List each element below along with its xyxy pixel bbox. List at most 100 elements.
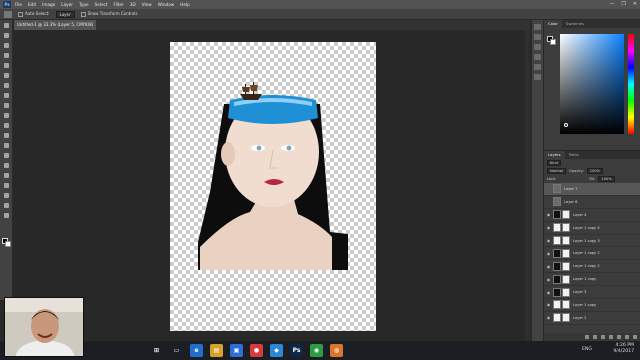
history-panel-icon[interactable] <box>534 24 541 30</box>
healing-brush-tool-icon[interactable] <box>2 81 11 90</box>
paragraph-panel-icon[interactable] <box>534 64 541 70</box>
crop-tool-icon[interactable] <box>2 61 11 70</box>
brush-tool-icon[interactable] <box>2 91 11 100</box>
blur-tool-icon[interactable] <box>2 141 11 150</box>
app-red-icon[interactable]: ● <box>250 344 263 357</box>
pen-tool-icon[interactable] <box>2 161 11 170</box>
auto-select-checkbox[interactable]: Auto-Select: <box>18 11 50 17</box>
menu-type[interactable]: Type <box>79 2 89 7</box>
hand-tool-icon[interactable] <box>2 201 11 210</box>
document-tab[interactable]: Untitled-1 @ 33.3% (Layer 5, CMYK/8) <box>14 20 96 30</box>
app-orange-icon[interactable]: ◍ <box>330 344 343 357</box>
link-layers-icon[interactable] <box>585 335 589 339</box>
photoshop-icon[interactable]: Ps <box>290 344 303 357</box>
history-brush-tool-icon[interactable] <box>2 111 11 120</box>
layer-row[interactable]: ◉ Layer 1 copy 4 <box>544 222 640 235</box>
menu-edit[interactable]: Edit <box>28 2 36 7</box>
clone-stamp-tool-icon[interactable] <box>2 101 11 110</box>
layer-row[interactable]: ◉ Layer 1 copy 3 <box>544 235 640 248</box>
gradient-tool-icon[interactable] <box>2 131 11 140</box>
dodge-tool-icon[interactable] <box>2 151 11 160</box>
layer-row[interactable]: ◉ Layer 1 copy <box>544 299 640 312</box>
saturation-field[interactable] <box>560 34 624 134</box>
brush-panel-icon[interactable] <box>534 74 541 80</box>
shape-tool-icon[interactable] <box>2 191 11 200</box>
transform-controls-checkbox[interactable]: Show Transform Controls <box>80 11 137 17</box>
menu-help[interactable]: Help <box>180 2 190 7</box>
layer-row[interactable]: Layer 6 <box>544 196 640 209</box>
language-indicator[interactable]: ENG <box>582 347 592 352</box>
fill-field[interactable]: 100% <box>598 176 615 182</box>
menu-filter[interactable]: Filter <box>113 2 123 7</box>
properties-panel-icon[interactable] <box>534 34 541 40</box>
move-tool-icon[interactable] <box>2 21 11 30</box>
menu-window[interactable]: Window <box>158 2 175 7</box>
windows-icon[interactable]: ⊞ <box>150 344 163 357</box>
visibility-eye-icon[interactable]: ◉ <box>544 225 553 230</box>
fx-icon[interactable] <box>593 335 597 339</box>
explorer-icon[interactable]: ▤ <box>210 344 223 357</box>
marquee-tool-icon[interactable] <box>2 31 11 40</box>
character-panel-icon[interactable] <box>534 54 541 60</box>
kind-filter-dropdown[interactable]: Kind <box>547 160 561 166</box>
move-tool-icon[interactable] <box>4 10 12 18</box>
new-group-icon[interactable] <box>617 335 621 339</box>
hue-slider[interactable] <box>628 34 634 134</box>
menu-3d[interactable]: 3D <box>130 2 136 7</box>
restore-icon[interactable]: ❐ <box>621 1 625 7</box>
layer-row[interactable]: ◉ Layer 1 copy <box>544 273 640 287</box>
close-icon[interactable]: ✕ <box>633 1 637 7</box>
layer-row[interactable]: ◉ Layer 1 copy 2 <box>544 247 640 261</box>
layer-row[interactable]: ◉ Layer 2 <box>544 312 640 325</box>
system-clock[interactable]: 4:26 PM 9/4/2017 <box>613 343 634 355</box>
eyedropper-tool-icon[interactable] <box>2 71 11 80</box>
adjustments-panel-icon[interactable] <box>534 44 541 50</box>
type-tool-icon[interactable] <box>2 171 11 180</box>
layer-row[interactable]: ◉ Layer 1 copy 2 <box>544 260 640 274</box>
quick-select-tool-icon[interactable] <box>2 51 11 60</box>
eraser-tool-icon[interactable] <box>2 121 11 130</box>
minimize-icon[interactable]: — <box>609 1 614 7</box>
visibility-eye-icon[interactable]: ◉ <box>544 290 553 295</box>
blend-mode-dropdown[interactable]: Normal <box>547 168 567 174</box>
vertical-scrollbar[interactable] <box>525 30 530 341</box>
taskview-icon[interactable]: ▭ <box>170 344 183 357</box>
visibility-eye-icon[interactable]: ◉ <box>544 315 553 320</box>
tab-paths[interactable]: Paths <box>565 151 583 159</box>
menu-view[interactable]: View <box>142 2 152 7</box>
visibility-eye-icon[interactable]: ◉ <box>544 238 553 243</box>
layer-row[interactable]: Layer 7 <box>544 183 640 196</box>
tab-layers[interactable]: Layers <box>544 151 565 159</box>
color-pick-ring[interactable] <box>564 123 568 127</box>
new-layer-icon[interactable] <box>625 335 629 339</box>
store-icon[interactable]: ▣ <box>230 344 243 357</box>
layer-row[interactable]: ◉ Layer 3 <box>544 286 640 300</box>
visibility-eye-icon[interactable]: ◉ <box>544 251 553 256</box>
trash-icon[interactable] <box>633 335 637 339</box>
add-mask-icon[interactable] <box>601 335 605 339</box>
canvas-area[interactable] <box>14 30 530 341</box>
adjustment-layer-icon[interactable] <box>609 335 613 339</box>
visibility-eye-icon[interactable]: ◉ <box>544 264 553 269</box>
document-canvas[interactable] <box>170 42 376 331</box>
lasso-tool-icon[interactable] <box>2 41 11 50</box>
menu-select[interactable]: Select <box>95 2 108 7</box>
tab-color[interactable]: Color <box>544 20 562 28</box>
chrome-icon[interactable]: ◉ <box>310 344 323 357</box>
path-select-tool-icon[interactable] <box>2 181 11 190</box>
panel-background-swatch[interactable] <box>550 39 556 45</box>
auto-select-dropdown[interactable]: Layer <box>55 10 75 18</box>
menu-layer[interactable]: Layer <box>61 2 73 7</box>
app-blue-icon[interactable]: ◆ <box>270 344 283 357</box>
opacity-field[interactable]: 100% <box>586 168 604 174</box>
layer-row[interactable]: ◉ Layer 4 <box>544 209 640 222</box>
menu-file[interactable]: File <box>15 2 22 7</box>
visibility-eye-icon[interactable]: ◉ <box>544 212 553 217</box>
edge-icon[interactable]: e <box>190 344 203 357</box>
visibility-eye-icon[interactable]: ◉ <box>544 302 553 307</box>
background-color-swatch[interactable] <box>5 241 11 247</box>
zoom-tool-icon[interactable] <box>2 211 11 220</box>
tab-swatches[interactable]: Swatches <box>562 20 588 28</box>
menu-image[interactable]: Image <box>42 2 55 7</box>
visibility-eye-icon[interactable]: ◉ <box>544 277 553 282</box>
